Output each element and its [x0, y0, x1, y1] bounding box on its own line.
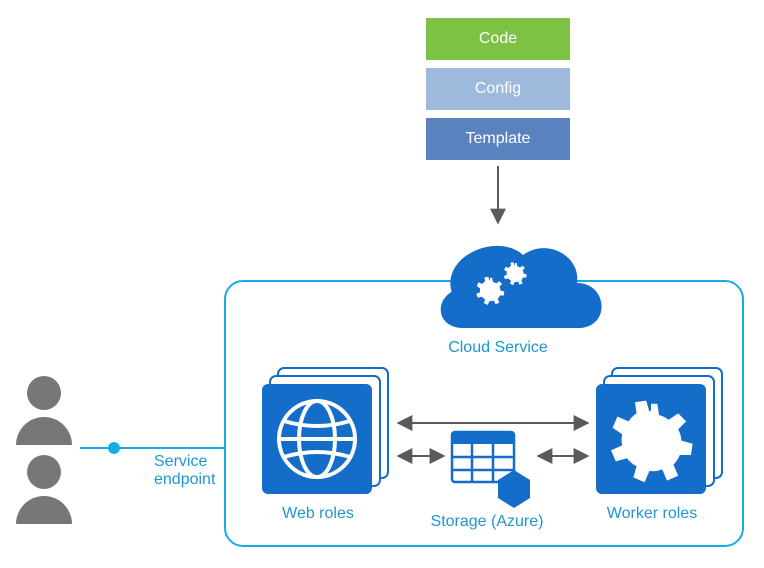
cloud-service-label: Cloud Service [448, 339, 548, 356]
cloud-service-icon [441, 246, 602, 328]
user-icon-bottom [16, 455, 72, 524]
storage-label: Storage (Azure) [431, 513, 544, 530]
worker-roles-label: Worker roles [607, 505, 697, 522]
user-icon-top [16, 376, 72, 445]
storage-icon [452, 432, 530, 508]
service-endpoint-dot [108, 442, 120, 454]
web-roles-icon [262, 368, 388, 494]
worker-roles-icon [596, 368, 722, 494]
web-roles-label: Web roles [282, 505, 354, 522]
service-endpoint-label: Service endpoint [154, 453, 216, 488]
